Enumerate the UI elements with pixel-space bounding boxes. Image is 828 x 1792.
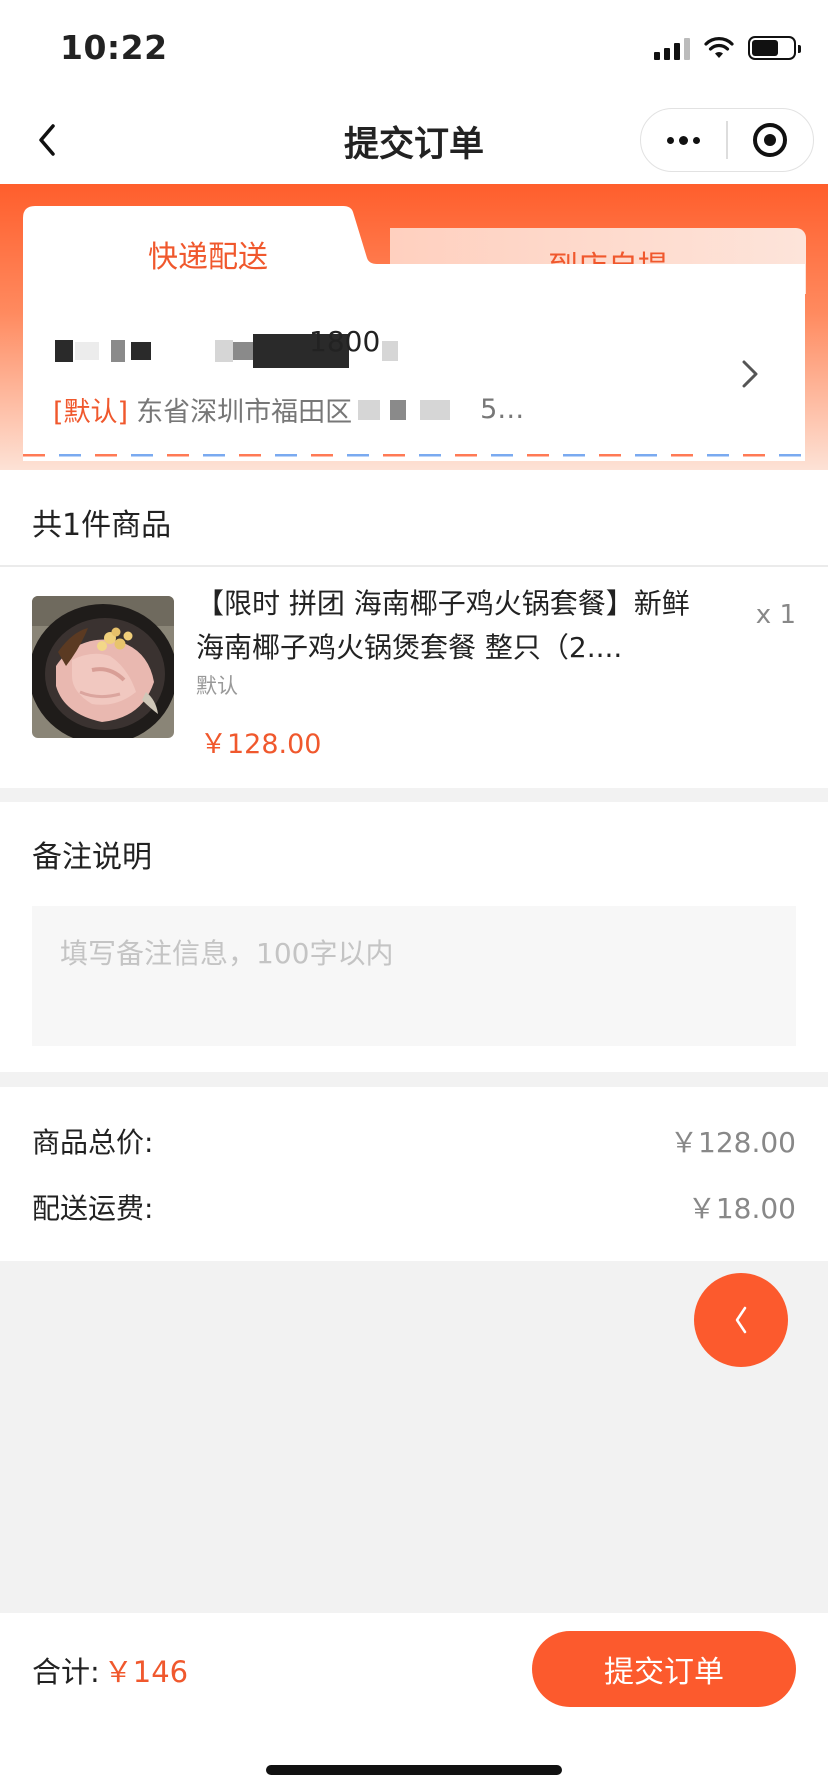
- price-summary: 商品总价: ￥128.00 配送运费: ￥18.00: [0, 1087, 828, 1261]
- chevron-right-icon: [742, 360, 758, 388]
- battery-icon: [748, 36, 801, 60]
- status-time: 10:22: [60, 28, 168, 67]
- bottom-bar: 合计: ￥146 提交订单: [0, 1613, 828, 1792]
- hotpot-image: [32, 596, 174, 738]
- goods-total-label: 商品总价:: [32, 1126, 154, 1159]
- product-image[interactable]: [32, 596, 174, 738]
- goods-section: 共1件商品 【限时 拼团 海南椰子鸡火锅套餐】新鲜海南椰子鸡火锅煲套餐 整只（2…: [0, 470, 828, 788]
- address-name-phone: 1800: [55, 325, 399, 368]
- order-total: 合计: ￥146: [32, 1649, 188, 1691]
- status-bar: 10:22: [0, 0, 828, 96]
- close-miniprogram-button[interactable]: [728, 109, 813, 171]
- default-address-tag: [默认]: [53, 397, 129, 428]
- remark-input[interactable]: [32, 906, 796, 1046]
- target-icon: [753, 123, 788, 157]
- address-tail: 5…: [480, 394, 525, 425]
- floating-expand-button[interactable]: [694, 1273, 788, 1367]
- remark-label: 备注说明: [32, 840, 152, 875]
- chevron-left-icon: [735, 1306, 747, 1334]
- address-dash-border: [23, 454, 805, 458]
- more-dots-icon: [667, 136, 675, 144]
- divider: [0, 565, 828, 567]
- goods-total-row: 商品总价: ￥128.00: [32, 1121, 796, 1161]
- shipping-fee-label: 配送运费:: [32, 1192, 154, 1225]
- more-button[interactable]: [641, 109, 726, 171]
- shipping-fee-value: ￥18.00: [687, 1192, 796, 1225]
- address-detail: [默认] 东省深圳市福田区 5…: [53, 390, 653, 429]
- tab-express[interactable]: 快递配送: [23, 232, 393, 276]
- address-phone-visible: 1800: [309, 324, 381, 358]
- product-title[interactable]: 【限时 拼团 海南椰子鸡火锅套餐】新鲜海南椰子鸡火锅煲套餐 整只（2....: [196, 582, 716, 670]
- submit-order-button[interactable]: 提交订单: [532, 1631, 796, 1707]
- product-price: ￥128.00: [200, 729, 322, 760]
- shipping-fee-row: 配送运费: ￥18.00: [32, 1187, 796, 1227]
- address-text: 东省深圳市福田区: [136, 397, 353, 428]
- goods-count: 共1件商品: [32, 508, 172, 543]
- product-spec: 默认: [196, 674, 238, 698]
- goods-total-value: ￥128.00: [670, 1126, 796, 1159]
- home-indicator: [266, 1765, 562, 1775]
- nav-bar: 提交订单: [0, 96, 828, 184]
- order-total-label: 合计:: [32, 1655, 100, 1689]
- order-total-value: ￥146: [103, 1655, 189, 1689]
- wifi-icon: [704, 37, 734, 58]
- product-quantity: x 1: [755, 600, 796, 630]
- address-card[interactable]: 快递配送 1800 [默认] 东省深圳市福田区 5…: [23, 206, 805, 461]
- signal-icon: [654, 36, 690, 60]
- mini-program-capsule: [640, 108, 814, 172]
- remark-section: 备注说明: [0, 802, 828, 1072]
- status-icons: [654, 36, 801, 60]
